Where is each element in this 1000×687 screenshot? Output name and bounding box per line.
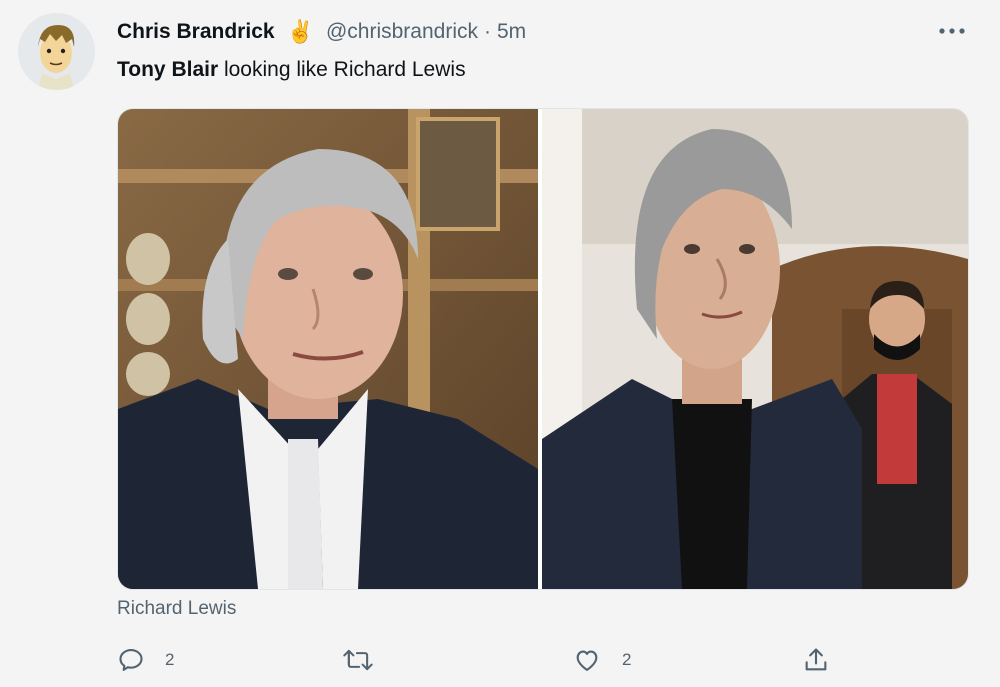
tweet-header: Chris Brandrick ✌️ @chrisbrandrick · 5m [117, 14, 526, 50]
reply-icon [119, 649, 143, 671]
more-dots-icon [939, 28, 965, 34]
victory-hand-emoji-icon: ✌️ [286, 19, 314, 44]
avatar[interactable] [18, 13, 95, 90]
cartoon-avatar-icon [18, 13, 95, 90]
media-container[interactable] [117, 108, 969, 590]
reply-count: 2 [165, 650, 175, 669]
tweet-text: Tony Blair looking like Richard Lewis [117, 58, 466, 82]
reply-button[interactable]: 2 [117, 640, 174, 680]
photo-left[interactable] [118, 109, 538, 589]
tweet-body: looking like Richard Lewis [218, 58, 466, 81]
author-display-name[interactable]: Chris Brandrick [117, 20, 275, 44]
heart-icon [576, 650, 598, 671]
tweet-card[interactable]: Chris Brandrick ✌️ @chrisbrandrick · 5m … [0, 0, 1000, 687]
portrait-photo-icon [118, 109, 538, 589]
like-button[interactable]: 2 [572, 640, 631, 680]
separator-dot: · [484, 20, 491, 43]
like-count: 2 [622, 650, 632, 669]
tweet-timestamp[interactable]: 5m [497, 20, 526, 44]
media-caption: Richard Lewis [117, 598, 237, 619]
photo-right[interactable] [542, 109, 968, 589]
mentioned-name: Tony Blair [117, 58, 219, 81]
share-button[interactable] [802, 640, 830, 680]
retweet-button[interactable] [342, 640, 394, 680]
author-handle[interactable]: @chrisbrandrick [326, 20, 478, 44]
retweet-icon [343, 649, 373, 671]
more-options-button[interactable] [935, 18, 969, 44]
share-upload-icon [805, 648, 827, 671]
portrait-photo-icon [542, 109, 968, 589]
tweet-actions: 2 2 [117, 640, 837, 680]
